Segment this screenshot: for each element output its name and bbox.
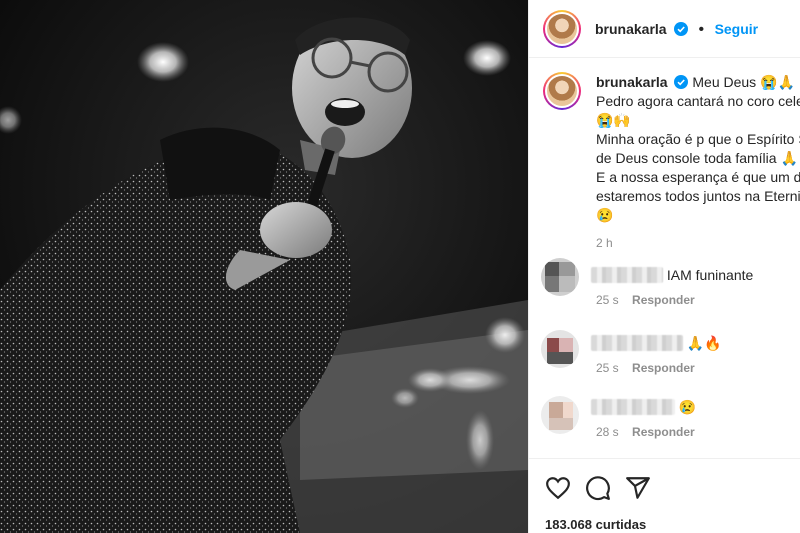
reply-button[interactable]: Responder: [632, 293, 695, 307]
comment-text: 🙏🔥: [686, 335, 722, 351]
commenter-username-blurred[interactable]: [591, 335, 683, 351]
caption-avatar[interactable]: [543, 72, 581, 110]
commenter-avatar[interactable]: [541, 258, 579, 296]
post-header: brunakarla • Seguir: [529, 0, 800, 58]
caption-line: E a nossa esperança é que um dia: [596, 169, 800, 185]
follow-button[interactable]: Seguir: [715, 21, 759, 37]
caption-line: estaremos todos juntos na Eternidade: [596, 188, 800, 204]
author-username[interactable]: brunakarla: [595, 21, 667, 37]
likes-count[interactable]: 183.068 curtidas: [545, 517, 646, 532]
caption-timestamp[interactable]: 2 h: [596, 234, 800, 253]
caption-line: de Deus console toda família 🙏: [596, 150, 798, 166]
comment-bubble-icon[interactable]: [585, 475, 611, 501]
commenter-avatar[interactable]: [541, 330, 579, 368]
caption-line: Meu Deus 😭🙏: [692, 74, 795, 90]
post-actions: [529, 458, 800, 514]
reply-button[interactable]: Responder: [632, 361, 695, 375]
caption-line: 😢: [596, 207, 614, 223]
commenter-username-blurred[interactable]: [591, 267, 663, 283]
caption-body: brunakarla Meu Deus 😭🙏 Pedro agora canta…: [596, 73, 800, 253]
author-avatar[interactable]: [543, 10, 581, 48]
heart-icon[interactable]: [545, 475, 571, 501]
caption-username[interactable]: brunakarla: [596, 74, 668, 90]
comment-time: 25 s: [596, 361, 619, 375]
caption-line: Pedro agora cantará no coro celestial: [596, 93, 800, 109]
comment-time: 25 s: [596, 293, 619, 307]
singer-photo: [0, 0, 528, 533]
post-photo[interactable]: [0, 0, 528, 533]
commenter-username-blurred[interactable]: [591, 399, 675, 415]
comment-text: IAM funinante: [666, 267, 754, 283]
verified-badge-icon: [674, 75, 689, 89]
comment-time: 28 s: [596, 425, 619, 439]
commenter-avatar[interactable]: [541, 396, 579, 434]
comment-text: 😢: [678, 399, 697, 415]
caption-line: Minha oração é p que o Espírito Santo: [596, 131, 800, 147]
separator-dot: •: [698, 21, 705, 38]
paper-plane-icon[interactable]: [625, 475, 651, 501]
caption-line: 😭🙌: [596, 112, 631, 128]
verified-badge-icon: [674, 22, 689, 36]
post-sidebar: brunakarla • Seguir brunakarla Meu Deus …: [528, 0, 800, 533]
reply-button[interactable]: Responder: [632, 425, 695, 439]
